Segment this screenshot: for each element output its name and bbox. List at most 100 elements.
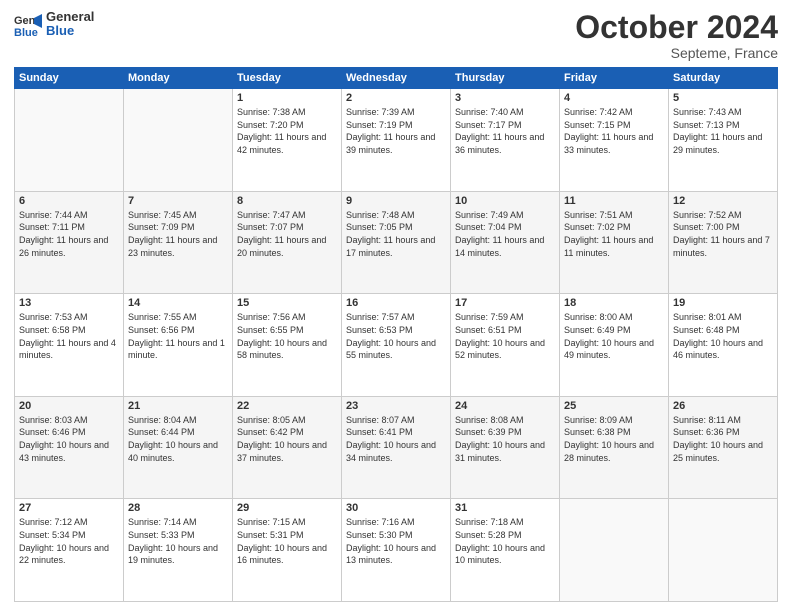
calendar-cell: 9 Sunrise: 7:48 AM Sunset: 7:05 PM Daylig… xyxy=(342,191,451,294)
calendar-cell: 25Sunrise: 8:09 AM Sunset: 6:38 PM Dayli… xyxy=(560,396,669,499)
day-number: 23 xyxy=(346,400,446,412)
calendar-cell: 15 Sunrise: 7:56 AM Sunset: 6:55 PM Dayli… xyxy=(233,294,342,397)
day-info: Sunrise: 7:40 AM Sunset: 7:17 PM Dayligh… xyxy=(455,106,555,156)
calendar-cell: 4 Sunrise: 7:42 AM Sunset: 7:15 PM Daylig… xyxy=(560,89,669,192)
day-number: 28 xyxy=(128,502,228,514)
day-number: 18 xyxy=(564,297,664,309)
calendar-cell: 22 Sunrise: 8:05 AM Sunset: 6:42 PM Dayli… xyxy=(233,396,342,499)
title-location: Septeme, France xyxy=(575,45,778,61)
day-info: Sunrise: 7:39 AM Sunset: 7:19 PM Dayligh… xyxy=(346,106,446,156)
calendar-cell: 26 Sunrise: 8:11 AM Sunset: 6:36 PM Dayli… xyxy=(669,396,778,499)
day-number: 1 xyxy=(237,92,337,104)
day-number: 12 xyxy=(673,195,773,207)
day-number: 15 xyxy=(237,297,337,309)
calendar-week-3: 13Sunrise: 7:53 AM Sunset: 6:58 PM Dayli… xyxy=(15,294,778,397)
calendar-cell: 17 Sunrise: 7:59 AM Sunset: 6:51 PM Dayli… xyxy=(451,294,560,397)
calendar-week-1: 1 Sunrise: 7:38 AM Sunset: 7:20 PM Daylig… xyxy=(15,89,778,192)
day-number: 20 xyxy=(19,400,119,412)
day-info: Sunrise: 7:43 AM Sunset: 7:13 PM Dayligh… xyxy=(673,106,773,156)
calendar-week-5: 27Sunrise: 7:12 AM Sunset: 5:34 PM Dayli… xyxy=(15,499,778,602)
day-info: Sunrise: 8:05 AM Sunset: 6:42 PM Dayligh… xyxy=(237,414,337,464)
calendar-week-2: 6 Sunrise: 7:44 AM Sunset: 7:11 PM Daylig… xyxy=(15,191,778,294)
page: General Blue General Blue October 2024 S… xyxy=(0,0,792,612)
calendar-cell: 19Sunrise: 8:01 AM Sunset: 6:48 PM Dayli… xyxy=(669,294,778,397)
calendar-cell: 12 Sunrise: 7:52 AM Sunset: 7:00 PM Dayli… xyxy=(669,191,778,294)
calendar-cell xyxy=(124,89,233,192)
day-info: Sunrise: 8:08 AM Sunset: 6:39 PM Dayligh… xyxy=(455,414,555,464)
col-wednesday: Wednesday xyxy=(342,68,451,89)
calendar-cell: 11 Sunrise: 7:51 AM Sunset: 7:02 PM Dayli… xyxy=(560,191,669,294)
calendar-cell xyxy=(669,499,778,602)
day-info: Sunrise: 7:49 AM Sunset: 7:04 PM Dayligh… xyxy=(455,209,555,259)
day-number: 17 xyxy=(455,297,555,309)
day-number: 13 xyxy=(19,297,119,309)
col-tuesday: Tuesday xyxy=(233,68,342,89)
day-number: 24 xyxy=(455,400,555,412)
day-number: 8 xyxy=(237,195,337,207)
day-number: 11 xyxy=(564,195,664,207)
calendar-header-row: Sunday Monday Tuesday Wednesday Thursday… xyxy=(15,68,778,89)
day-number: 26 xyxy=(673,400,773,412)
day-info: Sunrise: 7:18 AM Sunset: 5:28 PM Dayligh… xyxy=(455,516,555,566)
calendar-cell: 27Sunrise: 7:12 AM Sunset: 5:34 PM Dayli… xyxy=(15,499,124,602)
svg-text:Blue: Blue xyxy=(14,27,38,38)
day-info: Sunrise: 8:04 AM Sunset: 6:44 PM Dayligh… xyxy=(128,414,228,464)
day-info: Sunrise: 8:03 AM Sunset: 6:46 PM Dayligh… xyxy=(19,414,119,464)
day-info: Sunrise: 7:38 AM Sunset: 7:20 PM Dayligh… xyxy=(237,106,337,156)
col-saturday: Saturday xyxy=(669,68,778,89)
day-info: Sunrise: 7:52 AM Sunset: 7:00 PM Dayligh… xyxy=(673,209,773,259)
calendar-cell: 13Sunrise: 7:53 AM Sunset: 6:58 PM Dayli… xyxy=(15,294,124,397)
day-info: Sunrise: 8:07 AM Sunset: 6:41 PM Dayligh… xyxy=(346,414,446,464)
day-info: Sunrise: 7:47 AM Sunset: 7:07 PM Dayligh… xyxy=(237,209,337,259)
day-number: 3 xyxy=(455,92,555,104)
day-info: Sunrise: 7:57 AM Sunset: 6:53 PM Dayligh… xyxy=(346,311,446,361)
day-info: Sunrise: 7:48 AM Sunset: 7:05 PM Dayligh… xyxy=(346,209,446,259)
logo-icon: General Blue xyxy=(14,10,42,38)
calendar-cell: 6 Sunrise: 7:44 AM Sunset: 7:11 PM Daylig… xyxy=(15,191,124,294)
calendar-cell: 30Sunrise: 7:16 AM Sunset: 5:30 PM Dayli… xyxy=(342,499,451,602)
day-info: Sunrise: 7:44 AM Sunset: 7:11 PM Dayligh… xyxy=(19,209,119,259)
calendar-week-4: 20 Sunrise: 8:03 AM Sunset: 6:46 PM Dayli… xyxy=(15,396,778,499)
calendar-table: Sunday Monday Tuesday Wednesday Thursday… xyxy=(14,67,778,602)
header: General Blue General Blue October 2024 S… xyxy=(14,10,778,61)
col-sunday: Sunday xyxy=(15,68,124,89)
day-info: Sunrise: 7:45 AM Sunset: 7:09 PM Dayligh… xyxy=(128,209,228,259)
day-info: Sunrise: 7:59 AM Sunset: 6:51 PM Dayligh… xyxy=(455,311,555,361)
calendar-cell: 29Sunrise: 7:15 AM Sunset: 5:31 PM Dayli… xyxy=(233,499,342,602)
day-info: Sunrise: 7:14 AM Sunset: 5:33 PM Dayligh… xyxy=(128,516,228,566)
calendar-cell: 2 Sunrise: 7:39 AM Sunset: 7:19 PM Daylig… xyxy=(342,89,451,192)
calendar-cell: 10Sunrise: 7:49 AM Sunset: 7:04 PM Dayli… xyxy=(451,191,560,294)
calendar-cell: 7 Sunrise: 7:45 AM Sunset: 7:09 PM Daylig… xyxy=(124,191,233,294)
day-number: 9 xyxy=(346,195,446,207)
day-number: 2 xyxy=(346,92,446,104)
day-info: Sunrise: 8:11 AM Sunset: 6:36 PM Dayligh… xyxy=(673,414,773,464)
calendar-cell: 8 Sunrise: 7:47 AM Sunset: 7:07 PM Daylig… xyxy=(233,191,342,294)
day-number: 7 xyxy=(128,195,228,207)
day-info: Sunrise: 8:09 AM Sunset: 6:38 PM Dayligh… xyxy=(564,414,664,464)
day-info: Sunrise: 8:00 AM Sunset: 6:49 PM Dayligh… xyxy=(564,311,664,361)
day-info: Sunrise: 7:55 AM Sunset: 6:56 PM Dayligh… xyxy=(128,311,228,361)
logo: General Blue General Blue xyxy=(14,10,94,39)
day-number: 19 xyxy=(673,297,773,309)
day-info: Sunrise: 7:42 AM Sunset: 7:15 PM Dayligh… xyxy=(564,106,664,156)
calendar-cell: 16 Sunrise: 7:57 AM Sunset: 6:53 PM Dayli… xyxy=(342,294,451,397)
calendar-cell: 31Sunrise: 7:18 AM Sunset: 5:28 PM Dayli… xyxy=(451,499,560,602)
day-number: 5 xyxy=(673,92,773,104)
calendar-cell: 18 Sunrise: 8:00 AM Sunset: 6:49 PM Dayli… xyxy=(560,294,669,397)
logo-line1: General xyxy=(46,10,94,24)
day-info: Sunrise: 7:15 AM Sunset: 5:31 PM Dayligh… xyxy=(237,516,337,566)
calendar-cell: 28 Sunrise: 7:14 AM Sunset: 5:33 PM Dayli… xyxy=(124,499,233,602)
day-info: Sunrise: 7:51 AM Sunset: 7:02 PM Dayligh… xyxy=(564,209,664,259)
day-info: Sunrise: 7:56 AM Sunset: 6:55 PM Dayligh… xyxy=(237,311,337,361)
day-number: 27 xyxy=(19,502,119,514)
calendar-cell: 20 Sunrise: 8:03 AM Sunset: 6:46 PM Dayli… xyxy=(15,396,124,499)
day-number: 4 xyxy=(564,92,664,104)
calendar-cell xyxy=(15,89,124,192)
calendar-cell: 1 Sunrise: 7:38 AM Sunset: 7:20 PM Daylig… xyxy=(233,89,342,192)
col-monday: Monday xyxy=(124,68,233,89)
title-month: October 2024 xyxy=(575,10,778,45)
logo-line2: Blue xyxy=(46,24,94,38)
day-number: 6 xyxy=(19,195,119,207)
day-number: 22 xyxy=(237,400,337,412)
day-number: 16 xyxy=(346,297,446,309)
